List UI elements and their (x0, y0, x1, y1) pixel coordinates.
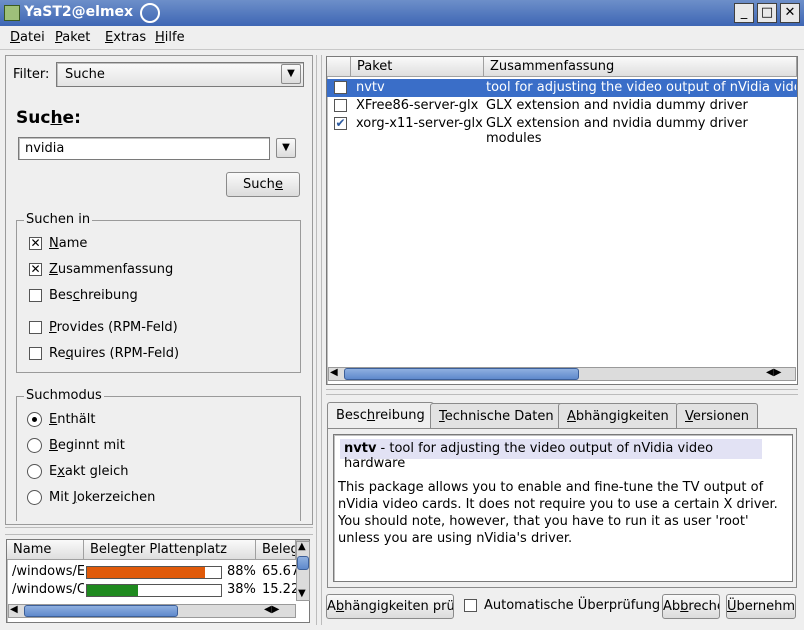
option-zusammenfassung-label[interactable]: Zusammenfassung (49, 262, 173, 277)
scroll-left-icon[interactable]: ◀ (330, 367, 338, 378)
tab-beschreibung[interactable]: Beschreibung (327, 402, 434, 429)
menu-datei[interactable]: Datei (10, 30, 45, 45)
search-mode-legend: Suchmodus (24, 388, 104, 403)
table-row[interactable]: nvtv tool for adjusting the video output… (327, 79, 797, 97)
package-status-checkbox[interactable] (334, 81, 347, 94)
search-input-value: nvidia (25, 141, 65, 156)
auto-check-checkbox[interactable] (464, 599, 477, 612)
disk-row-used: 65.67 (262, 564, 296, 579)
disk-col-used-space[interactable]: Belegter Plattenplatz (84, 540, 256, 560)
option-name-label[interactable]: Name (49, 236, 87, 251)
description-body: This package allows you to enable and fi… (338, 480, 778, 546)
filter-combo[interactable]: Suche ▼ (56, 62, 304, 87)
disk-row-percent: 88% (227, 564, 256, 579)
radio-exakt-gleich-label[interactable]: Exakt gleich (49, 464, 129, 479)
package-horizontal-scroll-thumb[interactable] (344, 368, 579, 380)
vertical-splitter[interactable] (316, 55, 322, 625)
check-dependencies-button[interactable]: Abhängigkeiten prüfen (326, 594, 454, 619)
pkg-col-summary[interactable]: Zusammenfassung (484, 57, 797, 77)
scroll-down-icon[interactable]: ▼ (298, 588, 306, 599)
disk-usage-bar-fill (87, 567, 205, 578)
filter-label: Filter: (13, 67, 50, 82)
radio-enthaelt[interactable] (27, 412, 42, 427)
checkbox-beschreibung[interactable] (29, 289, 42, 302)
disk-usage-bar-fill (87, 585, 138, 596)
description-summary: - tool for adjusting the video output of… (344, 441, 714, 471)
disk-row[interactable]: /windows/E 88% 65.67 (12, 564, 296, 582)
title-bar[interactable]: YaST2@elmex _ □ ✕ (0, 0, 804, 26)
description-package-name: nvtv (344, 441, 377, 456)
radio-enthaelt-label[interactable]: Enthält (49, 412, 95, 427)
disk-col-used[interactable]: Belegt (256, 540, 296, 560)
description-view: nvtv - tool for adjusting the video outp… (333, 434, 793, 582)
cancel-button[interactable]: Abbrechen (662, 594, 720, 619)
filter-value: Suche (65, 67, 105, 82)
window-title: YaST2@elmex (24, 4, 134, 20)
minimize-button[interactable]: _ (734, 3, 754, 23)
search-heading: Suche: (16, 108, 81, 128)
checkbox-provides[interactable] (29, 321, 42, 334)
menu-bar: Datei Paket Extras Hilfe (0, 26, 804, 50)
menu-extras[interactable]: Extras (105, 30, 146, 45)
scroll-up-icon[interactable]: ▲ (298, 541, 306, 552)
menu-paket[interactable]: Paket (55, 30, 90, 45)
table-row[interactable]: ✔ xorg-x11-server-glx GLX extension and … (327, 115, 797, 146)
package-installed-checkbox[interactable]: ✔ (334, 117, 347, 130)
splitter-handle[interactable] (5, 527, 313, 535)
accept-button[interactable]: Übernehmen (726, 594, 796, 619)
package-name: xorg-x11-server-glx (356, 116, 483, 131)
search-input[interactable]: nvidia (18, 137, 270, 160)
radio-jokerzeichen[interactable] (27, 490, 42, 505)
package-summary: GLX extension and nvidia dummy driver mo… (486, 116, 748, 146)
close-button[interactable]: ✕ (780, 3, 800, 23)
search-in-legend: Suchen in (24, 212, 93, 227)
package-name: nvtv (356, 80, 385, 95)
description-headline: nvtv - tool for adjusting the video outp… (340, 439, 762, 471)
package-name: XFree86-server-glx (356, 98, 479, 113)
maximize-button[interactable]: □ (757, 3, 777, 23)
disk-col-name[interactable]: Name (7, 540, 84, 560)
pkg-col-status[interactable] (327, 57, 351, 77)
search-history-dropdown-icon[interactable]: ▼ (276, 138, 296, 158)
disk-row[interactable]: /windows/C 38% 15.22 (12, 582, 296, 600)
disk-vertical-scroll-thumb[interactable] (297, 556, 309, 570)
menu-hilfe[interactable]: Hilfe (155, 30, 185, 45)
option-requires-label[interactable]: Requires (RPM-Feld) (49, 346, 179, 361)
tab-technische-daten[interactable]: Technische Daten (430, 403, 563, 428)
disk-horizontal-scroll-thumb[interactable] (24, 605, 178, 617)
radio-beginnt-mit[interactable] (27, 438, 42, 453)
checkbox-name[interactable]: ✕ (29, 237, 42, 250)
app-icon (4, 5, 20, 21)
checkbox-zusammenfassung[interactable]: ✕ (29, 263, 42, 276)
horizontal-splitter[interactable] (326, 389, 798, 395)
scroll-left-right-icon[interactable]: ◀▶ (264, 604, 279, 615)
pkg-col-paket[interactable]: Paket (351, 57, 484, 77)
tab-abhaengigkeiten[interactable]: Abhängigkeiten (558, 403, 678, 428)
radio-beginnt-mit-label[interactable]: Beginnt mit (49, 438, 125, 453)
option-beschreibung-label[interactable]: Beschreibung (49, 288, 138, 303)
disk-row-percent: 38% (227, 582, 256, 597)
radio-exakt-gleich[interactable] (27, 464, 42, 479)
package-summary: tool for adjusting the video output of n… (486, 80, 796, 95)
disk-usage-bar (86, 566, 222, 579)
package-summary: GLX extension and nvidia dummy driver (486, 98, 748, 113)
auto-check-label[interactable]: Automatische Überprüfung (484, 598, 660, 613)
tab-versionen[interactable]: Versionen (676, 403, 759, 428)
radio-jokerzeichen-label[interactable]: Mit Jokerzeichen (49, 490, 155, 505)
disk-row-name: /windows/C (12, 582, 84, 597)
checkbox-requires[interactable] (29, 347, 42, 360)
table-row[interactable]: XFree86-server-glx GLX extension and nvi… (327, 97, 797, 115)
scroll-left-right-icon[interactable]: ◀▶ (766, 367, 781, 378)
chevron-down-icon[interactable]: ▼ (281, 64, 301, 84)
disk-usage-bar (86, 584, 222, 597)
disk-row-name: /windows/E (12, 564, 84, 579)
package-status-checkbox[interactable] (334, 99, 347, 112)
scroll-left-icon[interactable]: ◀ (10, 604, 18, 615)
disk-row-used: 15.22 (262, 582, 296, 597)
option-provides-label[interactable]: Provides (RPM-Feld) (49, 320, 178, 335)
sticky-swirl-icon[interactable] (140, 3, 160, 23)
search-button[interactable]: Suche (226, 172, 300, 197)
